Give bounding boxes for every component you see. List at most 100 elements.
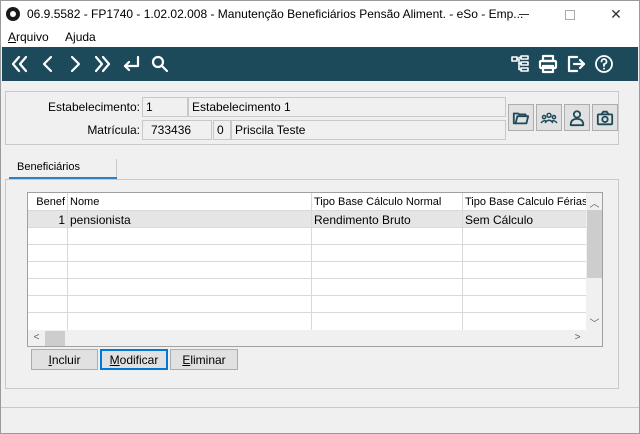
toolbar (2, 47, 638, 81)
cell-empty (312, 262, 463, 279)
estabelecimento-label: Estabelecimento: (47, 100, 140, 114)
table-row[interactable] (28, 245, 586, 262)
column-header-benef[interactable]: Benef (28, 193, 68, 211)
menu-ajuda[interactable]: Ajuda (65, 30, 96, 44)
incluir-label: ncluir (51, 353, 81, 367)
cell-empty (28, 245, 68, 262)
close-button[interactable]: ✕ (593, 1, 639, 28)
eliminar-label: liminar (190, 353, 226, 367)
cell-empty (28, 296, 68, 313)
search-button[interactable] (148, 52, 172, 76)
employee-header-panel: Estabelecimento: 1 Estabelecimento 1 Mat… (5, 91, 619, 145)
vertical-scrollbar[interactable]: ︿ ﹀ (586, 193, 602, 330)
cell-nome: pensionista (68, 211, 312, 228)
scroll-down-icon[interactable]: ﹀ (586, 315, 602, 330)
cell-empty (312, 279, 463, 296)
table-row[interactable] (28, 262, 586, 279)
tab-beneficiarios[interactable]: Beneficiários (9, 159, 117, 179)
scroll-right-icon[interactable]: > (569, 332, 586, 343)
close-icon: ✕ (610, 6, 622, 22)
help-button[interactable] (592, 52, 616, 76)
window-title: 06.9.5582 - FP1740 - 1.02.02.008 - Manut… (27, 7, 524, 21)
cell-empty (312, 228, 463, 245)
print-button[interactable] (536, 52, 560, 76)
open-folder-button[interactable] (508, 104, 534, 131)
scroll-left-icon[interactable]: < (28, 332, 45, 343)
matricula-label: Matrícula: (87, 123, 140, 137)
scroll-up-icon[interactable]: ︿ (586, 195, 602, 210)
tree-structure-button[interactable] (508, 52, 532, 76)
application-window: 06.9.5582 - FP1740 - 1.02.02.008 - Manut… (0, 0, 640, 434)
help-icon (595, 55, 613, 73)
horizontal-scrollbar[interactable]: < > (28, 330, 586, 346)
cell-empty (68, 262, 312, 279)
cell-tipo-base-ferias: Sem Cálculo (465, 213, 534, 227)
cell-empty (68, 245, 312, 262)
column-header-tipo-base-ferias[interactable]: Tipo Base Calculo Férias (463, 193, 586, 211)
folder-icon (512, 112, 530, 124)
cell-empty (68, 228, 312, 245)
cell-empty (28, 262, 68, 279)
matricula-digit-field: 0 (213, 120, 231, 140)
return-button[interactable] (119, 52, 143, 76)
table-row[interactable]: 1 pensionista Rendimento Bruto Sem Cálcu… (28, 211, 586, 228)
estabelecimento-code-field[interactable]: 1 (142, 97, 188, 117)
previous-record-icon (42, 55, 53, 73)
menu-arquivo-mnemonic: A (8, 30, 17, 44)
table-row[interactable] (28, 279, 586, 296)
menu-bar: Arquivo Ajuda (1, 28, 639, 47)
first-record-button[interactable] (8, 52, 32, 76)
maximize-button[interactable] (547, 1, 593, 28)
search-icon (151, 55, 169, 73)
first-record-icon (11, 55, 28, 73)
previous-record-button[interactable] (36, 52, 60, 76)
matricula-field[interactable]: 733436 (142, 120, 212, 140)
app-logo-icon (6, 7, 20, 21)
cell-empty (68, 296, 312, 313)
beneficiaries-grid: Benef Nome Tipo Base Cálculo Normal Tipo… (27, 192, 603, 347)
modificar-mnemonic: M (109, 353, 120, 367)
cell-empty (28, 313, 68, 330)
camera-icon (596, 110, 614, 125)
dependents-button[interactable] (536, 104, 562, 131)
status-bar (1, 407, 639, 433)
last-record-button[interactable] (90, 52, 114, 76)
cell-empty (68, 279, 312, 296)
modificar-label: odificar (119, 353, 159, 367)
tree-structure-icon (511, 55, 529, 72)
minimize-icon (519, 14, 529, 15)
column-header-nome[interactable]: Nome (68, 193, 312, 211)
horizontal-scroll-thumb[interactable] (45, 331, 65, 346)
maximize-icon (565, 9, 575, 20)
cell-benef: 1 (28, 211, 68, 228)
people-group-icon (540, 112, 558, 123)
cell-empty (28, 228, 68, 245)
cell-empty (312, 245, 463, 262)
menu-arquivo[interactable]: Arquivo (8, 30, 49, 44)
person-icon (569, 109, 585, 126)
employee-name-field: Priscila Teste (231, 120, 506, 140)
table-row[interactable] (28, 313, 586, 330)
person-button[interactable] (564, 104, 590, 131)
menu-arquivo-label: rquivo (16, 30, 49, 44)
cell-tipo-base-normal: Rendimento Bruto (312, 211, 463, 228)
modificar-button[interactable]: Modificar (100, 349, 168, 370)
exit-icon (567, 55, 586, 73)
minimize-button[interactable] (501, 1, 547, 28)
exit-button[interactable] (564, 52, 588, 76)
scrollbar-corner (586, 330, 602, 346)
grid-header: Benef Nome Tipo Base Cálculo Normal Tipo… (28, 193, 586, 211)
cell-empty (68, 313, 312, 330)
cell-empty (312, 313, 463, 330)
photo-button[interactable] (592, 104, 618, 131)
next-record-icon (70, 55, 81, 73)
vertical-scroll-thumb[interactable] (587, 210, 602, 278)
incluir-button[interactable]: Incluir (31, 349, 98, 370)
eliminar-button[interactable]: Eliminar (170, 349, 238, 370)
print-icon (538, 54, 558, 74)
table-row[interactable] (28, 228, 586, 245)
next-record-button[interactable] (63, 52, 87, 76)
column-header-tipo-base-normal[interactable]: Tipo Base Cálculo Normal (312, 193, 463, 211)
last-record-icon (94, 55, 111, 73)
table-row[interactable] (28, 296, 586, 313)
